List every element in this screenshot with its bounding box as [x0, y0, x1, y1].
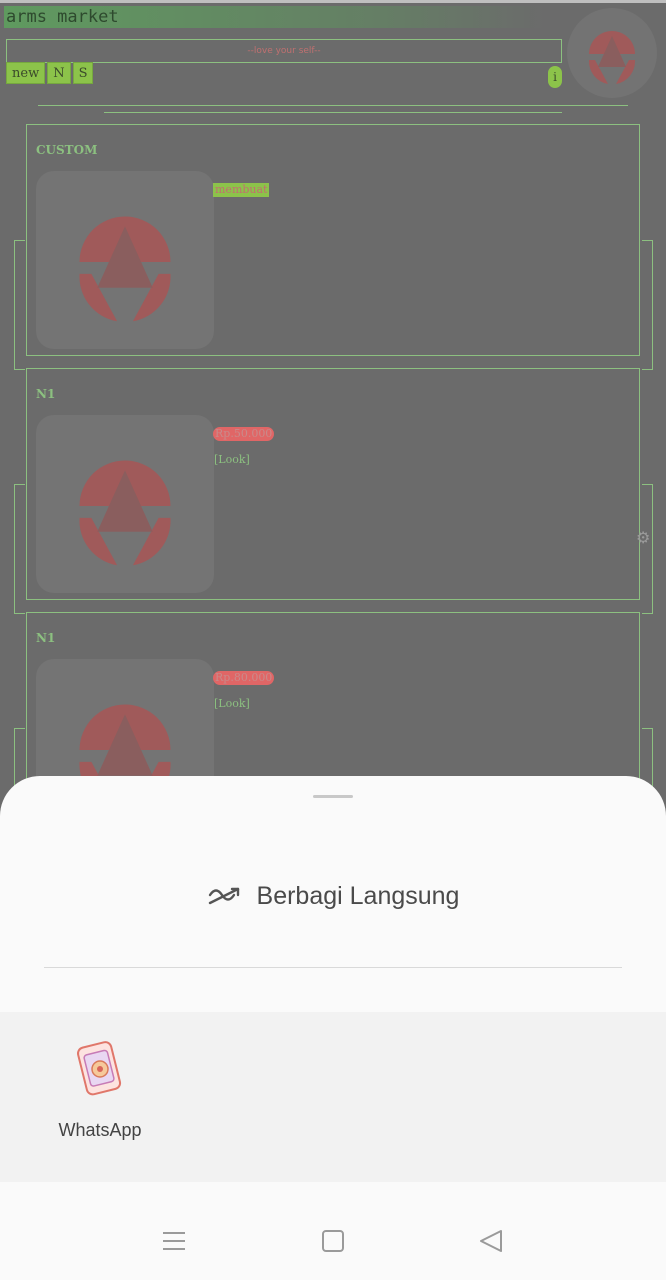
tab-new[interactable]: new	[6, 62, 46, 84]
share-title: Berbagi Langsung	[256, 881, 460, 910]
card-frame-left	[14, 484, 25, 614]
card-title: CUSTOM	[36, 143, 98, 157]
look-link[interactable]: [Look]	[214, 697, 250, 710]
drag-handle[interactable]	[313, 795, 353, 798]
home-icon[interactable]	[313, 1222, 353, 1262]
product-image	[36, 415, 214, 593]
share-app-list: WhatsApp	[0, 1012, 666, 1182]
info-button[interactable]: i	[548, 66, 562, 88]
product-card[interactable]: CUSTOM membuat	[26, 124, 640, 356]
back-icon[interactable]	[472, 1222, 512, 1262]
divider-line	[104, 112, 562, 113]
price-badge: Rp.50.000	[213, 427, 275, 441]
divider-line	[38, 105, 628, 106]
status-bar-edge	[0, 0, 666, 3]
system-nav-bar	[0, 1182, 666, 1280]
product-card[interactable]: N1 Rp.50.000 [Look]	[26, 368, 640, 600]
app-label: WhatsApp	[58, 1120, 142, 1140]
card-title: N1	[36, 387, 56, 401]
logo-icon	[79, 460, 171, 566]
card-frame-right	[642, 484, 653, 614]
category-tabs: new N S	[6, 62, 95, 84]
brand-logo	[567, 8, 657, 98]
whatsapp-icon	[77, 1041, 122, 1096]
tagline-banner: --love your self--	[6, 39, 562, 63]
menu-icon[interactable]	[154, 1222, 194, 1262]
direct-share-header: Berbagi Langsung	[0, 876, 666, 916]
logo-icon	[588, 31, 636, 84]
product-image	[36, 171, 214, 349]
direct-share-icon	[208, 887, 239, 905]
price-badge: Rp.80.000	[213, 671, 275, 685]
logo-icon	[79, 216, 171, 322]
tab-s[interactable]: S	[72, 62, 94, 84]
card-frame-right	[642, 240, 653, 370]
card-frame-left	[14, 240, 25, 370]
share-sheet: Berbagi Langsung WhatsApp	[0, 776, 666, 1280]
card-title: N1	[36, 631, 56, 645]
look-link[interactable]: [Look]	[214, 453, 250, 466]
app-title: arms market	[4, 6, 544, 28]
divider	[44, 967, 622, 968]
create-badge[interactable]: membuat	[213, 183, 270, 197]
gear-icon[interactable]: ⚙	[636, 528, 650, 547]
tab-n[interactable]: N	[47, 62, 71, 84]
